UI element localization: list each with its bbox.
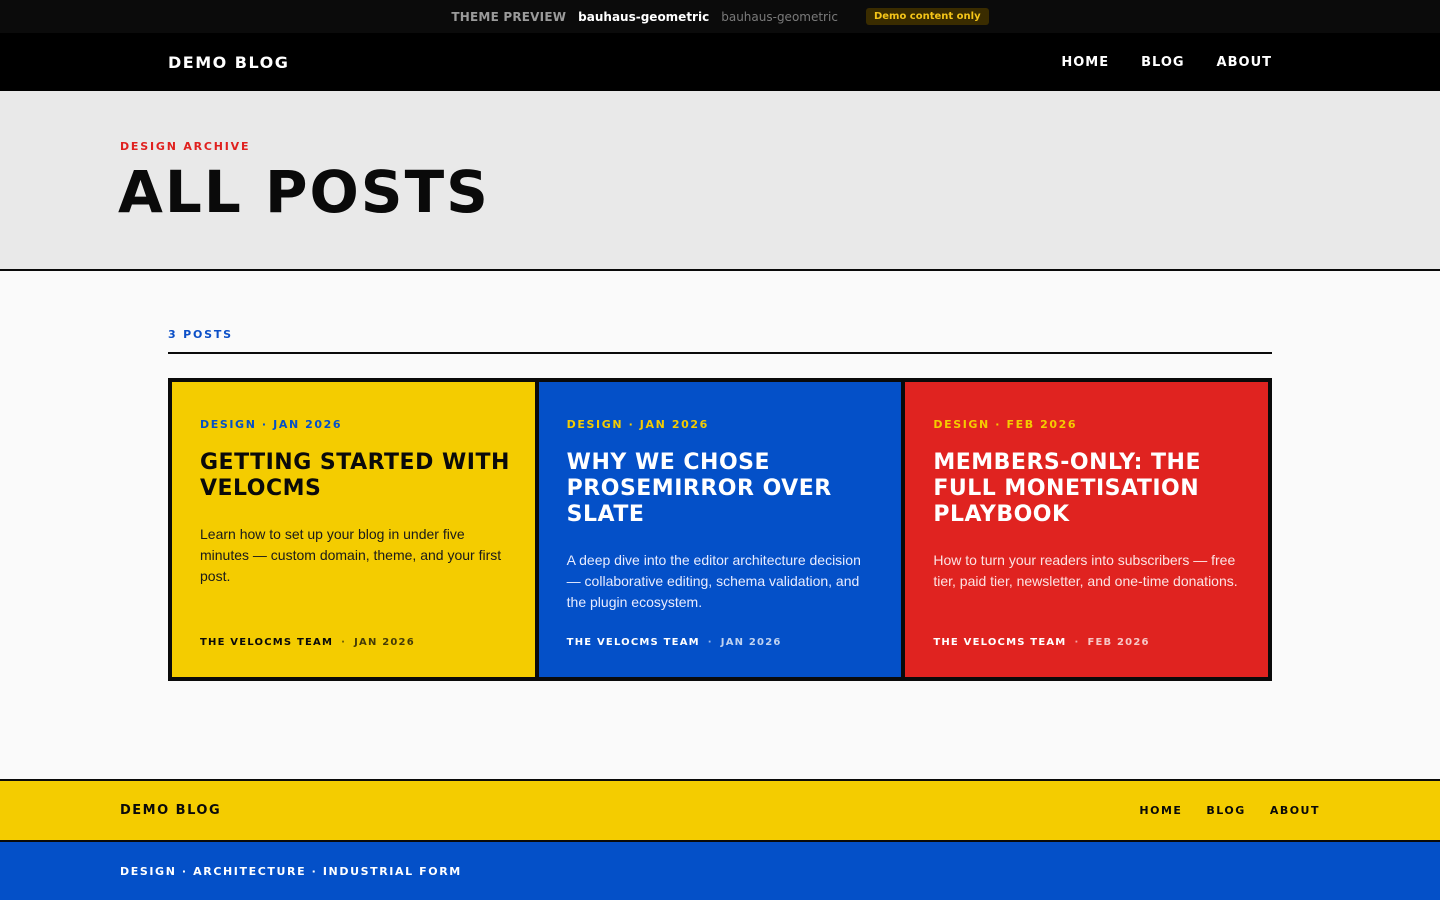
post-title[interactable]: GETTING STARTED WITH VELOCMS xyxy=(200,450,511,502)
footer-nav: HOME BLOG ABOUT xyxy=(1139,804,1320,817)
post-card[interactable]: DESIGN · JAN 2026 GETTING STARTED WITH V… xyxy=(172,382,535,677)
post-date: JAN 2026 xyxy=(720,637,782,648)
demo-content-badge: Demo content only xyxy=(865,8,989,25)
footer-tagline: DESIGN · ARCHITECTURE · INDUSTRIAL FORM xyxy=(120,864,462,878)
nav-blog-link[interactable]: BLOG xyxy=(1141,55,1184,70)
post-grid: DESIGN · JAN 2026 GETTING STARTED WITH V… xyxy=(168,378,1272,681)
post-card[interactable]: DESIGN · FEB 2026 MEMBERS-ONLY: THE FULL… xyxy=(905,382,1269,677)
archive-hero: DESIGN ARCHIVE ALL POSTS xyxy=(0,91,1440,271)
theme-preview-bar: THEME PREVIEW bauhaus-geometric bauhaus-… xyxy=(0,0,1440,33)
post-category-date: DESIGN · JAN 2026 xyxy=(566,418,709,431)
alt-theme-name[interactable]: bauhaus-geometric xyxy=(721,10,838,24)
post-author: THE VELOCMS TEAM xyxy=(566,637,700,648)
site-footer: DEMO BLOG HOME BLOG ABOUT xyxy=(0,779,1440,842)
post-author: THE VELOCMS TEAM xyxy=(200,637,334,648)
active-theme-name[interactable]: bauhaus-geometric xyxy=(578,10,709,24)
post-excerpt: Learn how to set up your blog in under f… xyxy=(200,526,502,584)
post-category-date: DESIGN · JAN 2026 xyxy=(200,418,343,431)
page-title: ALL POSTS xyxy=(118,158,490,226)
nav-about-link[interactable]: ABOUT xyxy=(1217,55,1272,70)
site-brand[interactable]: DEMO BLOG xyxy=(168,53,289,72)
post-card[interactable]: DESIGN · JAN 2026 WHY WE CHOSE PROSEMIRR… xyxy=(538,382,902,677)
post-listing: 3 POSTS DESIGN · JAN 2026 GETTING STARTE… xyxy=(0,271,1440,777)
post-author: THE VELOCMS TEAM xyxy=(933,637,1067,648)
footer-tagline-bar: DESIGN · ARCHITECTURE · INDUSTRIAL FORM xyxy=(0,842,1440,900)
main-nav: HOME BLOG ABOUT xyxy=(1061,55,1272,70)
post-byline: THE VELOCMS TEAM · JAN 2026 xyxy=(567,637,782,648)
footer-home-link[interactable]: HOME xyxy=(1139,804,1182,817)
post-excerpt: A deep dive into the editor architecture… xyxy=(566,552,861,610)
post-title[interactable]: WHY WE CHOSE PROSEMIRROR OVER SLATE xyxy=(567,450,878,528)
site-header: DEMO BLOG HOME BLOG ABOUT xyxy=(0,33,1440,91)
post-title[interactable]: MEMBERS-ONLY: THE FULL MONETISATION PLAY… xyxy=(933,450,1244,528)
post-date: JAN 2026 xyxy=(354,637,415,648)
post-byline: THE VELOCMS TEAM · JAN 2026 xyxy=(200,637,415,648)
post-count: 3 POSTS xyxy=(168,328,233,341)
post-byline: THE VELOCMS TEAM · FEB 2026 xyxy=(933,637,1149,648)
post-category-date: DESIGN · FEB 2026 xyxy=(933,418,1078,431)
byline-separator: · xyxy=(707,637,713,648)
footer-brand[interactable]: DEMO BLOG xyxy=(120,803,221,818)
archive-eyebrow: DESIGN ARCHIVE xyxy=(120,140,251,153)
footer-about-link[interactable]: ABOUT xyxy=(1270,804,1320,817)
footer-blog-link[interactable]: BLOG xyxy=(1206,804,1245,817)
post-date: FEB 2026 xyxy=(1087,637,1150,648)
nav-home-link[interactable]: HOME xyxy=(1061,55,1109,70)
theme-preview-label: THEME PREVIEW xyxy=(451,9,567,24)
listing-divider xyxy=(168,352,1272,354)
byline-separator: · xyxy=(1074,637,1080,648)
byline-separator: · xyxy=(341,637,347,648)
post-excerpt: How to turn your readers into subscriber… xyxy=(933,552,1238,589)
